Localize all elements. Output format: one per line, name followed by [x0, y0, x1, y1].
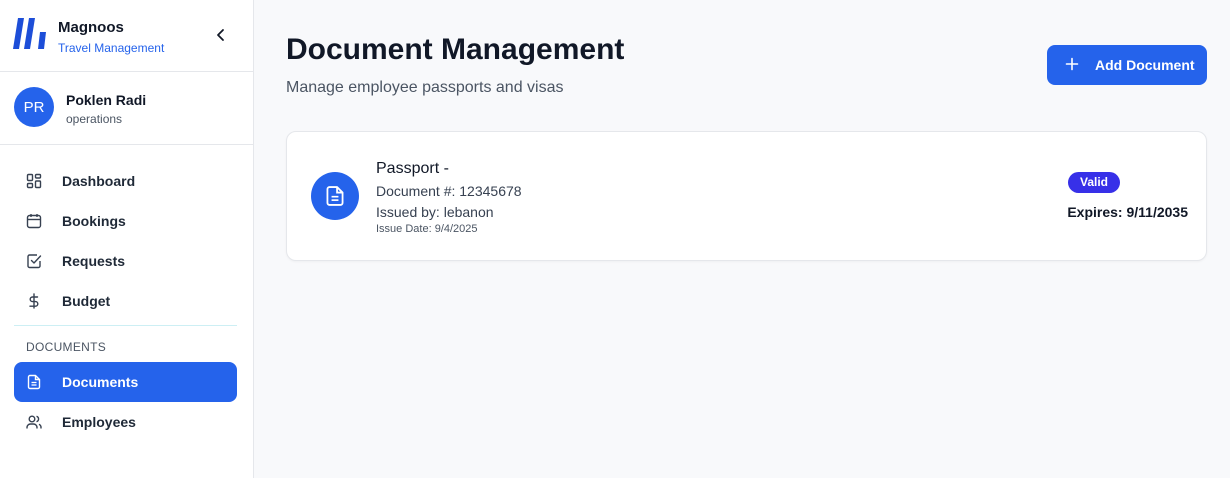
user-role: operations	[66, 112, 123, 126]
brand-subtitle: Travel Management	[58, 41, 165, 55]
page-title: Document Management	[286, 33, 625, 66]
sidebar: Magnoos Travel Management PR Poklen Radi…	[0, 0, 254, 478]
plus-icon	[1065, 57, 1079, 71]
sidebar-item-budget[interactable]: Budget	[14, 281, 237, 321]
sidebar-section-label: DOCUMENTS	[26, 340, 107, 354]
dashboard-grid-icon	[26, 173, 42, 189]
document-icon	[27, 374, 41, 390]
sidebar-item-dashboard[interactable]: Dashboard	[14, 161, 237, 201]
sidebar-item-label: Bookings	[62, 213, 126, 229]
document-card[interactable]: Passport - Document #: 12345678 Issued b…	[286, 131, 1207, 261]
document-title: Passport -	[376, 160, 449, 177]
brand-logo-icon	[13, 18, 46, 49]
page-subtitle: Manage employee passports and visas	[286, 79, 564, 96]
document-type-badge	[311, 172, 359, 220]
sidebar-item-requests[interactable]: Requests	[14, 241, 237, 281]
dollar-icon	[29, 293, 39, 309]
collapse-sidebar-chevron-left-icon[interactable]	[212, 26, 230, 44]
brand-header: Magnoos Travel Management	[0, 0, 253, 72]
document-issuer: Issued by: lebanon	[376, 204, 494, 220]
sidebar-item-employees[interactable]: Employees	[14, 402, 237, 442]
status-badge: Valid	[1068, 172, 1121, 193]
sidebar-item-documents[interactable]: Documents	[14, 362, 237, 402]
calendar-icon	[26, 214, 42, 229]
sidebar-item-label: Employees	[62, 414, 136, 430]
brand-name: Magnoos	[58, 19, 124, 36]
main-content: Document Management Manage employee pass…	[255, 0, 1230, 478]
document-number: Document #: 12345678	[376, 183, 522, 199]
checkbox-icon	[27, 254, 42, 269]
sidebar-item-label: Budget	[62, 293, 111, 309]
user-name: Poklen Radi	[66, 92, 147, 108]
users-icon	[26, 415, 42, 429]
document-issue-date: Issue Date: 9/4/2025	[376, 223, 478, 235]
sidebar-item-label: Documents	[62, 374, 139, 390]
document-expiry: Expires: 9/11/2035	[1067, 204, 1188, 220]
sidebar-divider	[14, 325, 237, 326]
user-profile[interactable]: PR Poklen Radi operations	[0, 72, 253, 145]
sidebar-item-bookings[interactable]: Bookings	[14, 201, 237, 241]
document-icon	[326, 186, 344, 206]
add-document-label: Add Document	[1095, 57, 1195, 73]
sidebar-item-label: Requests	[62, 253, 126, 269]
sidebar-item-label: Dashboard	[62, 173, 136, 189]
add-document-button[interactable]: Add Document	[1047, 45, 1207, 85]
avatar: PR	[14, 87, 54, 127]
